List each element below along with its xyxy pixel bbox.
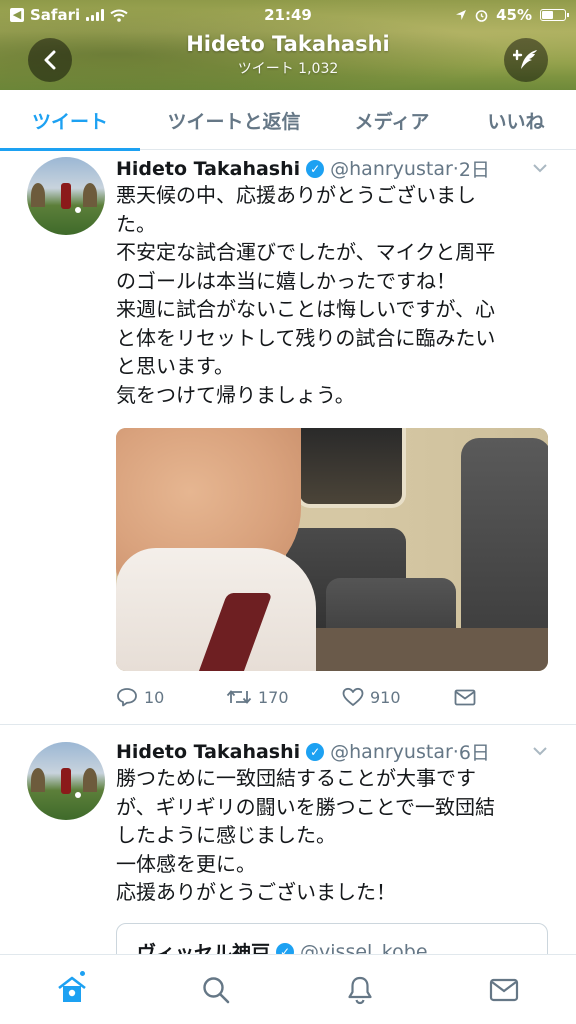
heart-icon bbox=[342, 687, 364, 706]
retweet-button[interactable]: 170 bbox=[226, 688, 342, 707]
verified-badge-icon: ✓ bbox=[306, 159, 325, 178]
battery-icon bbox=[540, 9, 569, 21]
tweet-line: 悪天候の中、応援ありがとうございまし bbox=[116, 183, 476, 207]
tweet-line: 不安定な試合運びでしたが、マイクと周平 bbox=[116, 240, 496, 264]
tweet-line: 来週に試合がないことは悔しいですが、心 bbox=[116, 297, 495, 321]
twitter-profile-page: ◀ Safari 21:49 45% Hideto Takahashi ツイート… bbox=[0, 0, 576, 1024]
tweet-author-name[interactable]: Hideto Takahashi bbox=[116, 158, 300, 180]
nav-messages[interactable] bbox=[432, 955, 576, 1024]
search-icon bbox=[203, 976, 230, 1003]
tweet-header: Hideto Takahashi ✓ @hanryustar · 6日 bbox=[116, 738, 490, 765]
tweet-line: のゴールは本当に嬉しかったですね！ bbox=[116, 268, 456, 293]
compose-quill-icon bbox=[513, 49, 537, 69]
tweet-line: 応援ありがとうございました！ bbox=[116, 880, 396, 904]
status-bar: ◀ Safari 21:49 45% bbox=[0, 0, 576, 30]
tweet-line: た。 bbox=[116, 211, 156, 236]
envelope-icon bbox=[454, 689, 476, 705]
tweet-line: 気をつけて帰りましょう。 bbox=[116, 382, 355, 407]
tweet-time: 6日 bbox=[458, 742, 490, 764]
tweet-author-handle[interactable]: @hanryustar bbox=[330, 158, 453, 180]
profile-name: Hideto Takahashi bbox=[186, 32, 390, 56]
like-count: 910 bbox=[370, 687, 401, 707]
battery-percent: 45% bbox=[496, 6, 532, 24]
tweet-author-handle[interactable]: @hanryustar bbox=[330, 741, 453, 763]
reply-count: 10 bbox=[144, 687, 165, 707]
nav-notifications[interactable] bbox=[288, 955, 432, 1024]
tweet-line: 一体感を更に。 bbox=[116, 851, 256, 876]
compose-tweet-button[interactable] bbox=[504, 38, 548, 82]
tab-tweets[interactable]: ツイート bbox=[0, 90, 140, 151]
retweet-count: 170 bbox=[258, 687, 289, 707]
profile-header: ◀ Safari 21:49 45% Hideto Takahashi ツイート… bbox=[0, 0, 576, 90]
tweet-line: したように感じました。 bbox=[116, 823, 336, 847]
avatar[interactable] bbox=[27, 742, 105, 820]
tweet-count: ツイート 1,032 bbox=[237, 61, 339, 77]
tweet-author-name[interactable]: Hideto Takahashi bbox=[116, 741, 300, 763]
status-right: 45% bbox=[455, 6, 569, 24]
tweet-line: と思います。 bbox=[116, 354, 234, 378]
tweet-time: 2日 bbox=[458, 159, 490, 181]
tweet-text: 悪天候の中、応援ありがとうございまし た。 不安定な試合運びでしたが、マイクと周… bbox=[116, 181, 556, 409]
header-title: Hideto Takahashi ツイート 1,032 bbox=[0, 32, 576, 78]
verified-badge-icon: ✓ bbox=[306, 742, 325, 761]
like-button[interactable]: 910 bbox=[342, 687, 454, 707]
tab-likes[interactable]: いいね bbox=[456, 90, 576, 150]
nav-home[interactable] bbox=[0, 955, 144, 1024]
tweet-line: と体をリセットして残りの試合に臨みたい bbox=[116, 325, 496, 350]
location-icon bbox=[456, 10, 467, 20]
direct-message-button[interactable] bbox=[454, 689, 476, 706]
tab-media[interactable]: メディア bbox=[328, 90, 456, 150]
profile-tabs: ツイート ツイートと返信 メディア いいね bbox=[0, 90, 576, 151]
tweet-text: 勝つために一致団結することが大事です が、ギリギリの闘いを勝つことで一致団結 し… bbox=[116, 764, 556, 907]
chevron-down-icon[interactable] bbox=[532, 746, 548, 756]
envelope-icon bbox=[489, 978, 519, 1001]
avatar[interactable] bbox=[27, 157, 105, 235]
tweet-line: 勝つために一致団結することが大事です bbox=[116, 766, 476, 790]
reply-button[interactable]: 10 bbox=[116, 687, 226, 707]
alarm-icon bbox=[475, 9, 488, 22]
nav-search[interactable] bbox=[144, 955, 288, 1024]
tweet-actions: 10 170 910 bbox=[116, 687, 476, 707]
retweet-icon bbox=[226, 690, 252, 704]
home-icon bbox=[58, 976, 86, 1002]
bottom-tab-bar bbox=[0, 954, 576, 1024]
tweet-line: が、ギリギリの闘いを勝つことで一致団結 bbox=[116, 794, 495, 819]
tab-tweets-and-replies[interactable]: ツイートと返信 bbox=[140, 90, 328, 150]
chevron-down-icon[interactable] bbox=[532, 163, 548, 173]
tweet-item[interactable]: Hideto Takahashi ✓ @hanryustar · 2日 悪天候の… bbox=[0, 151, 576, 725]
tweet-media-image[interactable] bbox=[116, 428, 548, 671]
tweet-header: Hideto Takahashi ✓ @hanryustar · 2日 bbox=[116, 155, 490, 182]
bell-icon bbox=[348, 976, 372, 1004]
notification-dot bbox=[78, 969, 87, 978]
reply-icon bbox=[117, 688, 137, 707]
